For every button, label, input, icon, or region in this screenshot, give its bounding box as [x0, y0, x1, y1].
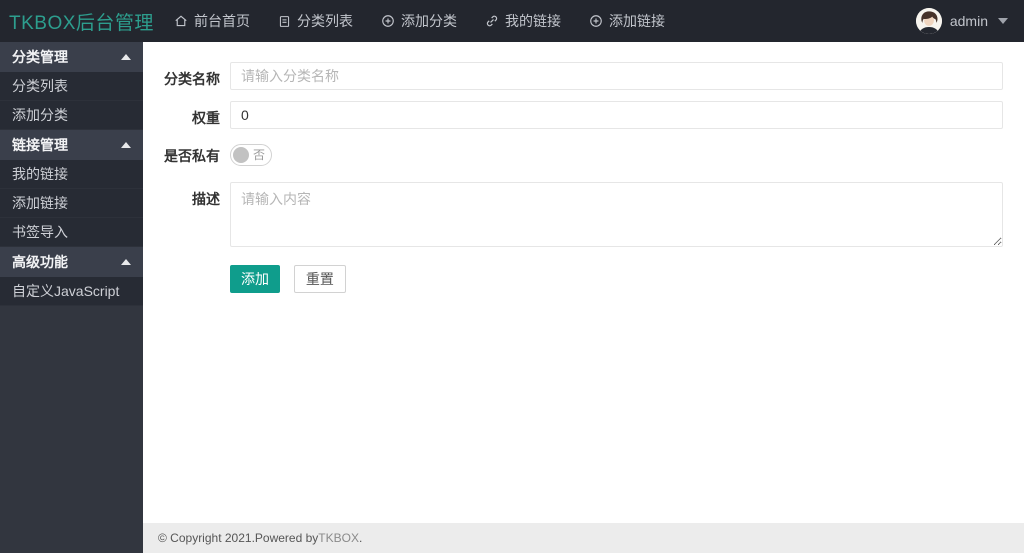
sidebar-section-title: 高级功能 — [12, 254, 68, 270]
form-row-buttons: 添加 重置 — [143, 265, 1024, 293]
sidebar-section-advanced[interactable]: 高级功能 — [0, 247, 143, 277]
user-menu[interactable]: admin — [915, 0, 1008, 42]
add-category-form: 分类名称 权重 是否私有 否 描述 — [143, 42, 1024, 293]
chevron-up-icon — [121, 142, 131, 148]
nav-item-front-home[interactable]: 前台首页 — [160, 0, 264, 42]
sidebar-item-label: 添加链接 — [12, 195, 68, 211]
copyright-suffix: . — [358, 531, 363, 545]
weight-input[interactable] — [230, 101, 1003, 129]
sidebar-item-add-category[interactable]: 添加分类 — [0, 101, 143, 130]
top-nav-menu: 前台首页 分类列表 添加分类 我的链接 添加链接 — [160, 0, 679, 42]
nav-item-label: 分类列表 — [297, 13, 353, 29]
avatar — [915, 8, 942, 34]
sidebar-item-custom-javascript[interactable]: 自定义JavaScript — [0, 277, 143, 306]
toggle-knob-icon — [233, 147, 249, 163]
username: admin — [949, 13, 988, 29]
sidebar-item-bookmark-import[interactable]: 书签导入 — [0, 218, 143, 247]
category-name-label: 分类名称 — [164, 71, 220, 87]
nav-item-label: 我的链接 — [505, 13, 561, 29]
form-row-private: 是否私有 否 — [143, 142, 1024, 169]
sidebar-item-add-link[interactable]: 添加链接 — [0, 189, 143, 218]
form-row-category-name: 分类名称 — [143, 62, 1024, 90]
sidebar-item-label: 添加分类 — [12, 107, 68, 123]
sidebar-item-my-links[interactable]: 我的链接 — [0, 160, 143, 189]
sidebar-item-label: 我的链接 — [12, 166, 68, 182]
form-row-description: 描述 — [143, 182, 1024, 250]
nav-item-label: 添加分类 — [401, 13, 457, 29]
app-logo[interactable]: TKBOX后台管理 — [0, 8, 160, 35]
button-row-spacer — [143, 265, 230, 272]
nav-item-label: 前台首页 — [194, 13, 250, 29]
nav-item-label: 添加链接 — [609, 13, 665, 29]
sidebar-item-category-list[interactable]: 分类列表 — [0, 72, 143, 101]
link-icon — [485, 14, 499, 28]
copyright-text: © Copyright 2021.Powered by — [158, 531, 319, 545]
sidebar-section-category-management[interactable]: 分类管理 — [0, 42, 143, 72]
category-name-input[interactable] — [230, 62, 1003, 90]
toggle-state-label: 否 — [252, 148, 265, 162]
add-button[interactable]: 添加 — [230, 265, 280, 293]
private-toggle[interactable]: 否 — [230, 144, 272, 166]
sidebar-section-title: 分类管理 — [12, 49, 68, 65]
form-row-weight: 权重 — [143, 101, 1024, 129]
sidebar-item-label: 分类列表 — [12, 78, 68, 94]
weight-label: 权重 — [192, 110, 220, 126]
plus-circle-icon — [381, 14, 395, 28]
nav-item-my-links[interactable]: 我的链接 — [471, 0, 575, 42]
sidebar-section-link-management[interactable]: 链接管理 — [0, 130, 143, 160]
nav-item-add-link[interactable]: 添加链接 — [575, 0, 679, 42]
caret-down-icon — [998, 18, 1008, 24]
reset-button[interactable]: 重置 — [293, 265, 346, 293]
plus-circle-icon — [589, 14, 603, 28]
sidebar-item-label: 自定义JavaScript — [12, 283, 120, 299]
home-icon — [174, 14, 188, 28]
nav-item-category-list[interactable]: 分类列表 — [264, 0, 367, 42]
chevron-up-icon — [121, 54, 131, 60]
footer-brand-link[interactable]: TKBOX — [318, 531, 359, 545]
page-footer: © Copyright 2021.Powered by TKBOX. — [143, 523, 1024, 553]
main-content: 分类名称 权重 是否私有 否 描述 — [143, 42, 1024, 523]
nav-item-add-category[interactable]: 添加分类 — [367, 0, 471, 42]
description-label: 描述 — [192, 191, 220, 207]
top-navbar: TKBOX后台管理 前台首页 分类列表 添加分类 我的链接 添加链接 admin — [0, 0, 1024, 42]
sidebar: 分类管理 分类列表 添加分类 链接管理 我的链接 添加链接 书签导入 高级功能 … — [0, 42, 143, 553]
sidebar-section-title: 链接管理 — [12, 137, 68, 153]
sidebar-item-label: 书签导入 — [12, 224, 68, 240]
private-label: 是否私有 — [164, 148, 220, 164]
description-textarea[interactable] — [230, 182, 1003, 247]
chevron-up-icon — [121, 259, 131, 265]
file-icon — [278, 15, 291, 28]
